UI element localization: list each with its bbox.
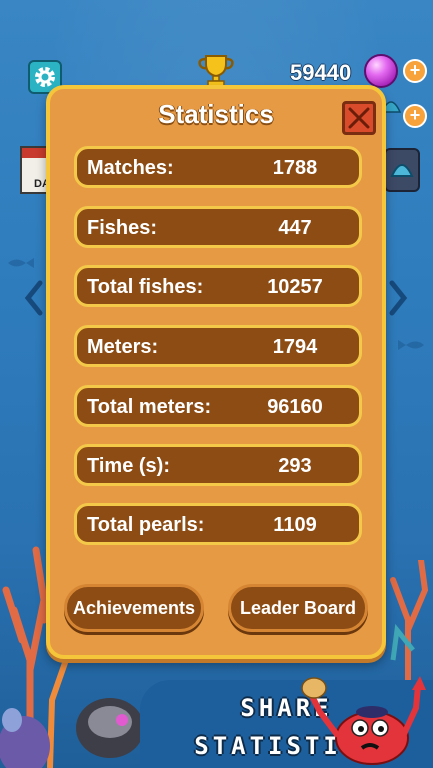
achievements-button[interactable]: Achievements <box>64 584 204 632</box>
stat-value: 10257 <box>267 276 323 298</box>
add-shells-button[interactable]: + <box>403 104 427 128</box>
stat-row-fishes: Fishes: 447 <box>74 206 362 248</box>
stat-label: Matches: <box>87 157 174 179</box>
add-pearls-button[interactable]: + <box>403 59 427 83</box>
pearl-count: 59440 <box>290 60 352 85</box>
stat-label: Meters: <box>87 336 159 358</box>
stat-row-total-meters: Total meters: 96160 <box>74 385 362 427</box>
trophy-icon[interactable] <box>196 52 236 88</box>
chevron-right-icon[interactable] <box>388 280 408 316</box>
pearl-icon <box>364 54 398 88</box>
shop-button[interactable] <box>384 148 420 192</box>
stat-row-total-pearls: Total pearls: 1109 <box>74 503 362 545</box>
dialog-title: Statistics <box>158 99 274 129</box>
stat-label: Total fishes: <box>87 276 204 298</box>
fish-silhouette-icon <box>398 340 424 350</box>
chevron-left-icon[interactable] <box>24 280 44 316</box>
stat-label: Total meters: <box>87 396 212 418</box>
stat-row-matches: Matches: 1788 <box>74 146 362 188</box>
gear-icon <box>35 67 55 87</box>
stat-value: 1788 <box>272 157 318 179</box>
stat-value: 96160 <box>267 396 323 418</box>
coral-decoration <box>390 560 429 690</box>
statistics-dialog: Statistics Matches: 1788 Fishes: 447 Tot… <box>46 85 386 659</box>
crab-icon <box>301 676 426 765</box>
stat-value: 293 <box>278 455 312 477</box>
stat-row-meters: Meters: 1794 <box>74 325 362 367</box>
stat-value: 447 <box>278 217 312 239</box>
close-icon <box>348 107 370 129</box>
stat-label: Fishes: <box>87 217 158 239</box>
leaderboard-button[interactable]: Leader Board <box>228 584 368 632</box>
stat-value: 1794 <box>272 336 318 358</box>
stat-row-total-fishes: Total fishes: 10257 <box>74 265 362 307</box>
close-button[interactable] <box>342 101 376 135</box>
stat-label: Total pearls: <box>87 514 205 536</box>
stat-value: 1109 <box>273 514 317 536</box>
shell-icon <box>390 164 414 177</box>
stat-label: Time (s): <box>87 455 170 477</box>
shell-decoration <box>76 698 144 758</box>
fish-silhouette-icon <box>8 258 34 268</box>
stat-row-time: Time (s): 293 <box>74 444 362 486</box>
